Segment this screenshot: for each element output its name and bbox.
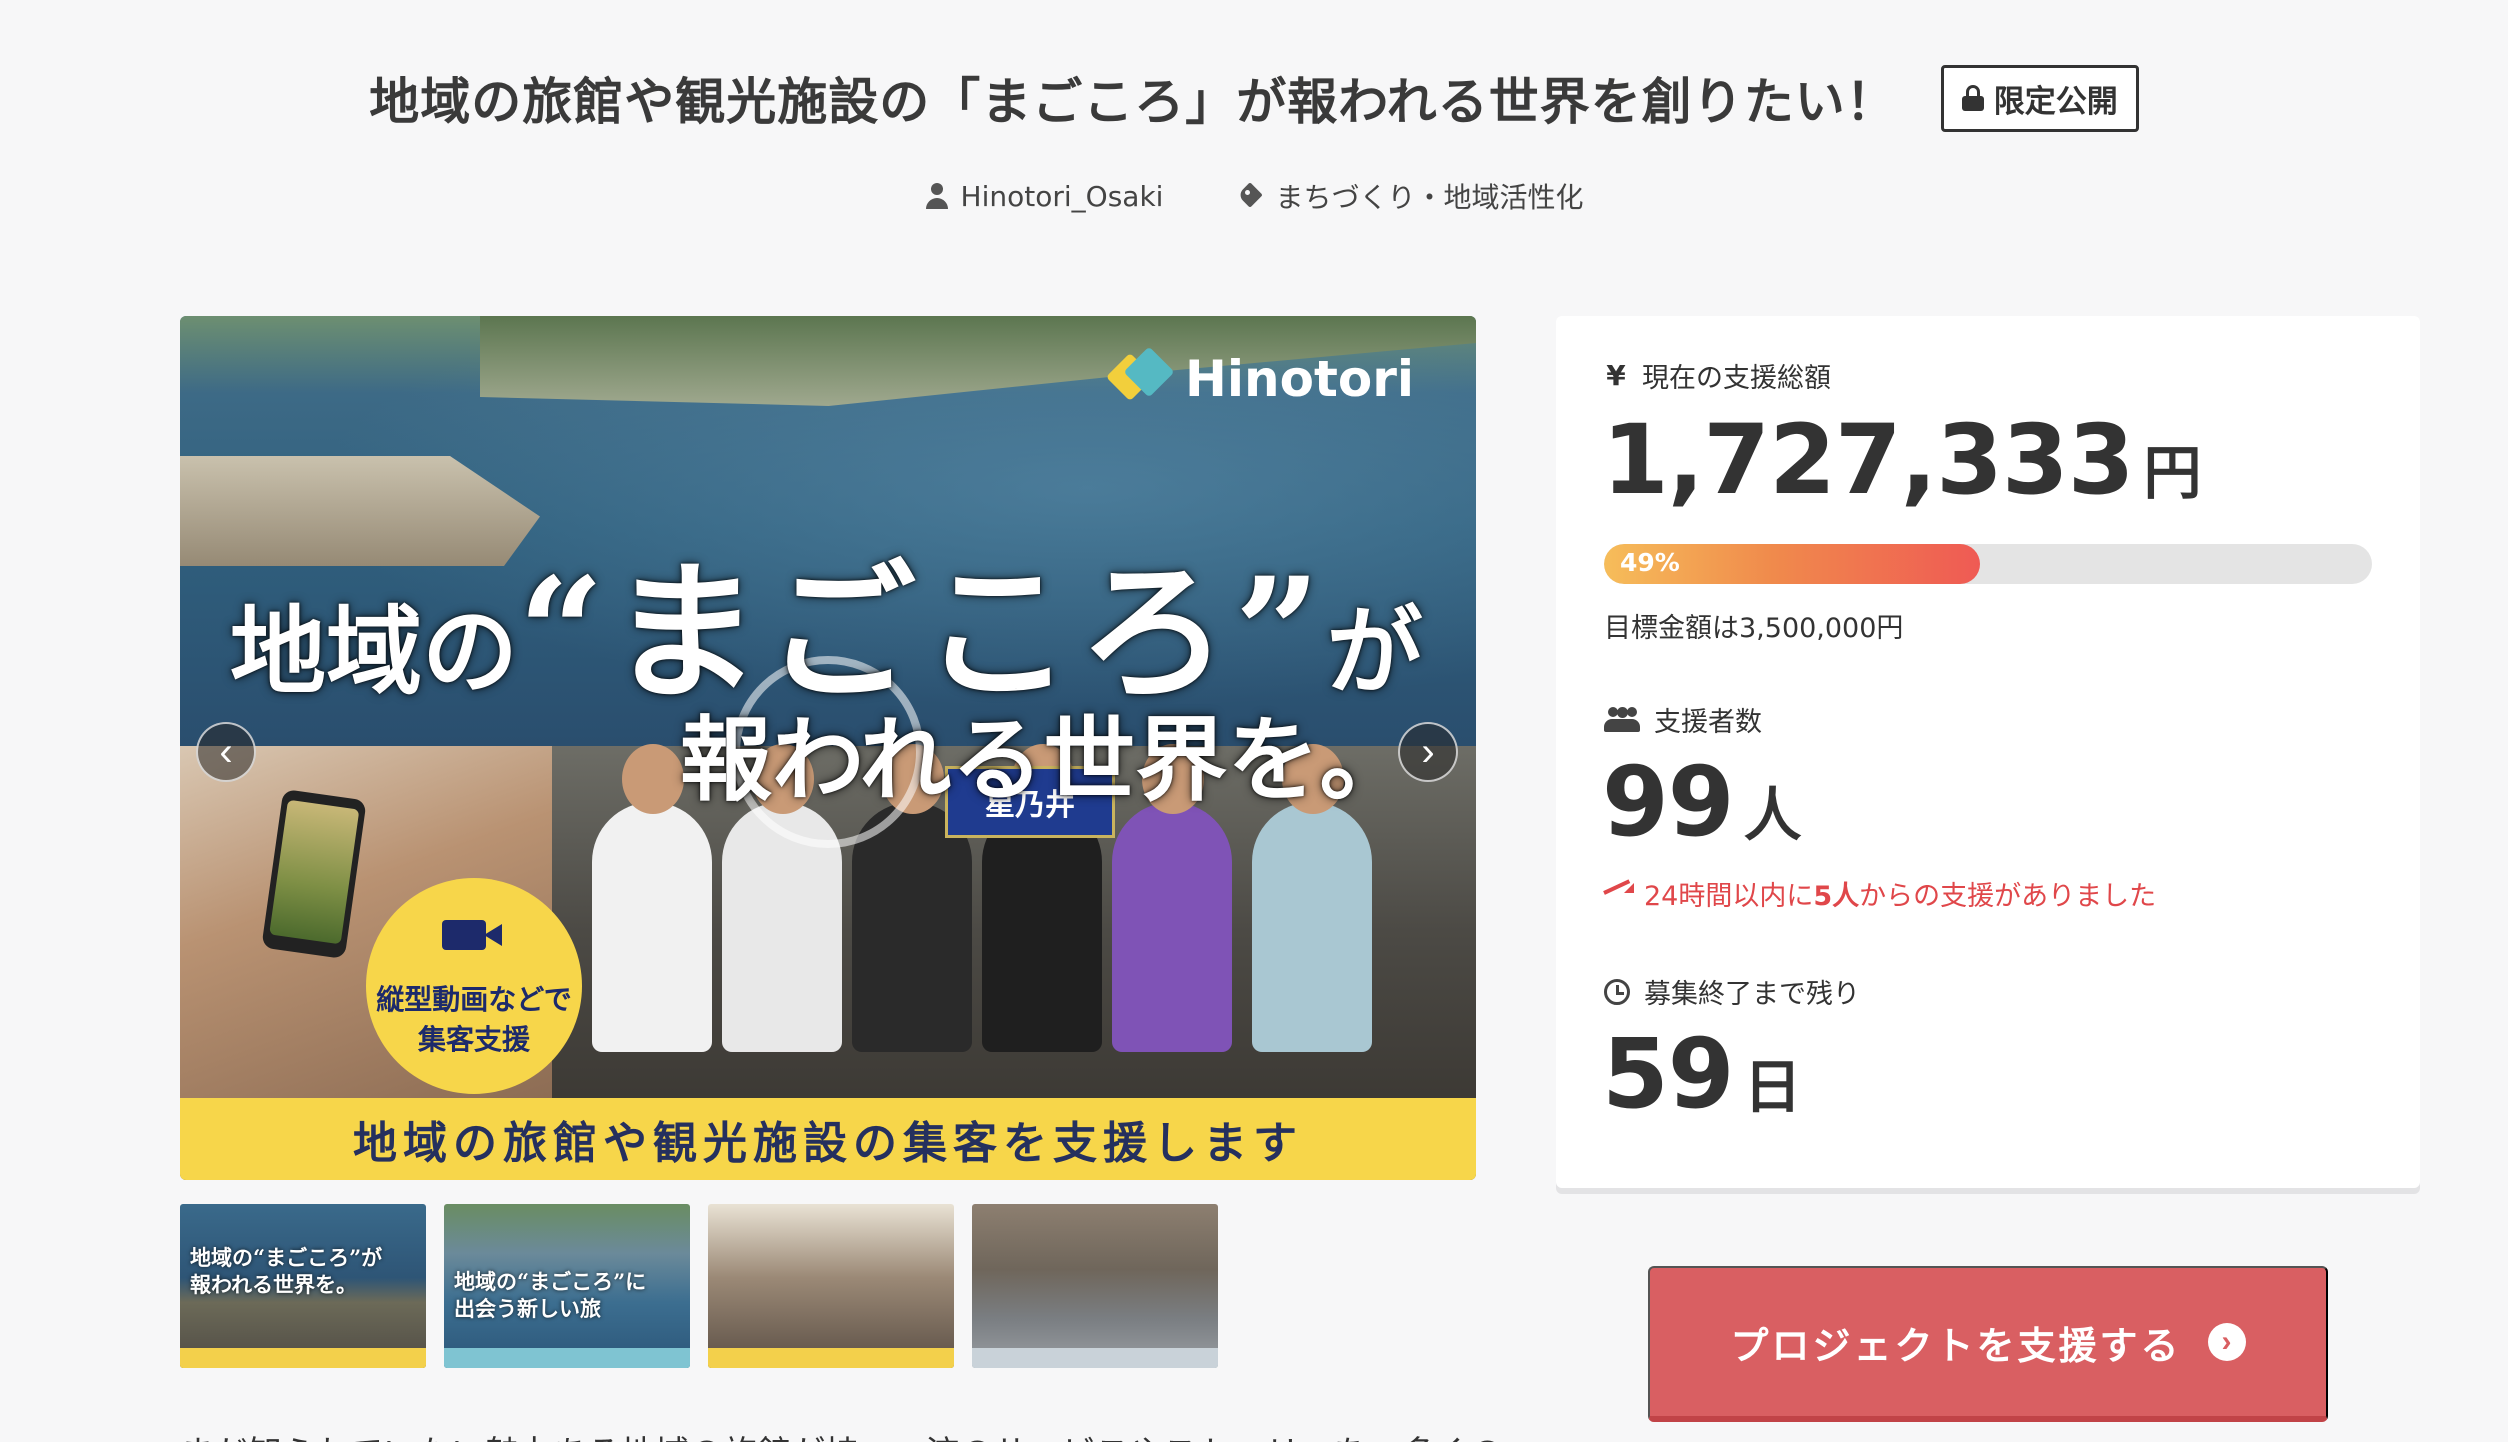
category-name: まちづくり・地域活性化 xyxy=(1275,181,1584,214)
person-figure xyxy=(982,744,1102,1052)
hero-image-slide[interactable]: 星乃井 Hinotori 地域の“まごころ”が 報われる世界を。 縦型動画などで… xyxy=(180,316,1476,1180)
thumbnail-band xyxy=(444,1348,690,1368)
support-project-button[interactable]: プロジェクトを支援する › xyxy=(1648,1266,2328,1422)
thumbnail-band xyxy=(708,1348,954,1368)
badge-label: 限定公開 xyxy=(1993,83,2118,120)
total-amount-unit: 円 xyxy=(2143,439,2202,507)
video-support-badge: 縦型動画などで 集客支援 xyxy=(366,878,582,1094)
lock-icon xyxy=(1961,85,1984,111)
person-figure xyxy=(1112,744,1232,1052)
total-amount-value: 1,727,333 xyxy=(1602,404,2135,516)
author-link[interactable]: Hinotori_Osaki xyxy=(925,176,1164,216)
total-label: 現在の支援総額 xyxy=(1642,363,1831,394)
clock-icon xyxy=(1604,978,1630,1005)
hinotori-logo: Hinotori xyxy=(1113,350,1414,408)
supporters-unit: 人 xyxy=(1743,781,1802,849)
arrow-right-icon: › xyxy=(2207,1323,2246,1361)
thumbnail-3[interactable] xyxy=(708,1204,954,1368)
recent-count: 5人 xyxy=(1813,881,1860,912)
carousel-prev-button[interactable]: ‹ xyxy=(196,722,256,782)
support-project-label: プロジェクトを支援する xyxy=(1730,1325,2182,1368)
title-row: 地域の旅館や観光施設の「まごころ」が報われる世界を創りたい！ 限定公開 xyxy=(0,62,2508,134)
remaining-value: 59 xyxy=(1602,1018,1735,1130)
remaining-unit: 日 xyxy=(1743,1053,1802,1121)
badge-line1: 縦型動画などで xyxy=(376,983,572,1016)
person-figure xyxy=(1252,744,1372,1052)
supporters-value: 99 xyxy=(1602,746,1735,858)
carousel-next-button[interactable]: › xyxy=(1398,722,1458,782)
project-intro-text: まだ知られていない魅力ある地域の旅館が持つ、流のサービスやストーリーを、多くの xyxy=(180,1426,1504,1442)
thumbnail-band xyxy=(180,1348,426,1368)
goal-amount: 目標金額は3,500,000円 xyxy=(1604,613,1904,644)
supporters-label-row: 支援者数 xyxy=(1604,700,1762,739)
thumbnail-text-line2: 出会う新しい旅 xyxy=(454,1296,601,1322)
thumbnail-band xyxy=(972,1348,1218,1368)
recent-prefix: 24時間以内に xyxy=(1644,881,1814,912)
supporters-count: 99 人 xyxy=(1602,746,1802,858)
thumbnail-text: 地域の“まごころ”に 出会う新しい旅 xyxy=(454,1268,646,1323)
thumbnail-2[interactable]: 地域の“まごころ”に 出会う新しい旅 xyxy=(444,1204,690,1368)
project-page: 地域の旅館や観光施設の「まごころ」が報われる世界を創りたい！ 限定公開 Hino… xyxy=(0,0,2508,1442)
hinotori-logo-icon xyxy=(1113,354,1173,404)
remaining-label: 募集終了まで残り xyxy=(1644,979,1860,1010)
thumbnail-text-line1: 地域の“まごころ”が xyxy=(190,1245,383,1270)
limited-public-badge: 限定公開 xyxy=(1940,64,2139,132)
person-figure xyxy=(592,744,712,1052)
page-title: 地域の旅館や観光施設の「まごころ」が報われる世界を創りたい！ xyxy=(369,73,1897,131)
hero-bottom-band: 地域の旅館や観光施設の集客を支援します xyxy=(180,1098,1476,1180)
users-icon xyxy=(1604,706,1640,733)
badge-line2: 集客支援 xyxy=(417,1023,530,1056)
funding-progress-bar: 49% xyxy=(1604,544,2372,584)
user-icon xyxy=(925,183,949,209)
author-name: Hinotori_Osaki xyxy=(960,179,1164,213)
person-figure xyxy=(852,744,972,1052)
trending-up-icon xyxy=(1604,882,1634,905)
tag-icon xyxy=(1239,184,1263,208)
funding-stats-card: ¥ 現在の支援総額 1,727,333 円 49% 目標金額は3,500,000… xyxy=(1556,316,2420,1188)
recent-suffix: からの支援がありました xyxy=(1859,881,2157,912)
hero-headline-line2: 報われる世界を。 xyxy=(680,706,1412,814)
hinotori-logo-text: Hinotori xyxy=(1185,350,1414,408)
meta-row: Hinotori_Osaki まちづくり・地域活性化 xyxy=(0,176,2508,216)
thumbnail-text-line1: 地域の“まごころ”に xyxy=(454,1269,647,1294)
video-camera-icon xyxy=(442,914,506,972)
total-amount: 1,727,333 円 xyxy=(1602,404,2202,516)
thumbnail-text: 地域の“まごころ”が 報われる世界を。 xyxy=(190,1244,382,1299)
headline-part1: 地域の xyxy=(230,595,518,708)
category-link[interactable]: まちづくり・地域活性化 xyxy=(1239,176,1583,216)
thumbnail-1[interactable]: 地域の“まごころ”が 報われる世界を。 xyxy=(180,1204,426,1368)
total-label-row: ¥ 現在の支援総額 xyxy=(1604,356,1831,395)
yen-icon: ¥ xyxy=(1606,359,1626,392)
thumbnail-text-line2: 報われる世界を。 xyxy=(190,1272,357,1298)
thumbnail-4[interactable] xyxy=(972,1204,1218,1368)
supporters-label: 支援者数 xyxy=(1654,707,1762,738)
remaining-label-row: 募集終了まで残り xyxy=(1604,972,1860,1011)
remaining-days: 59 日 xyxy=(1602,1018,1802,1130)
recent-support-notice: 24時間以内に5人からの支援がありました xyxy=(1604,874,2156,913)
progress-percent: 49% xyxy=(1620,548,1680,577)
thumbnail-strip: 地域の“まごころ”が 報われる世界を。 地域の“まごころ”に 出会う新しい旅 xyxy=(180,1204,1218,1368)
